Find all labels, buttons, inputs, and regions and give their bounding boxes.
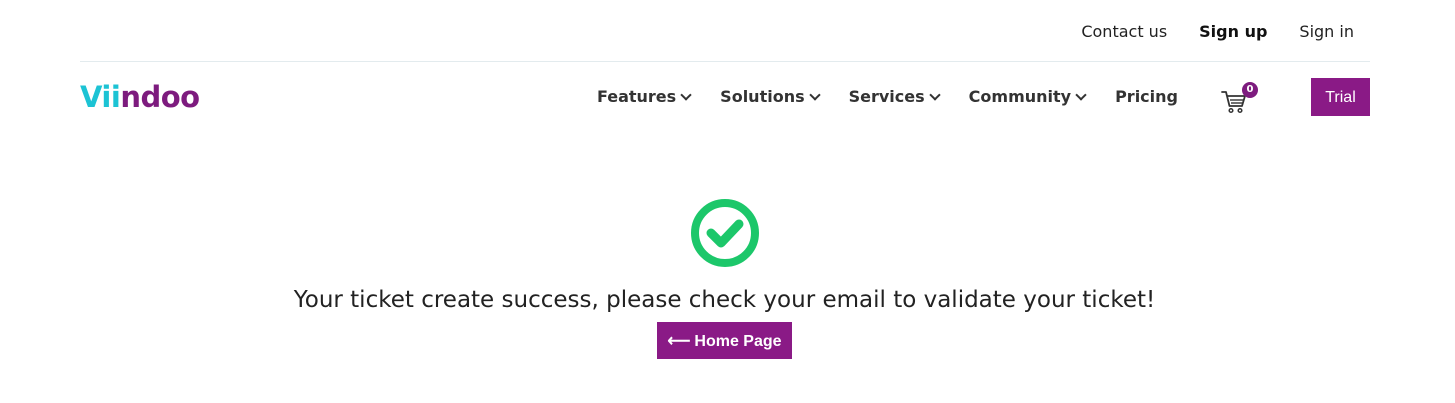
viindoo-logo[interactable]: Viindoo [80,80,200,114]
nav-item-label: Features [596,87,677,106]
nav-item-community[interactable]: Community [968,86,1087,108]
chevron-down-icon [808,89,821,101]
top-links: Contact us Sign up Sign in [1049,21,1354,43]
nav-item-services[interactable]: Services [848,86,941,108]
chevron-down-icon [680,89,692,101]
top-bar: Contact us Sign up Sign in [80,0,1370,62]
chevron-down-icon [928,89,941,101]
home-page-label: Home Page [694,333,782,350]
success-message: Your ticket create success, please check… [293,287,1156,313]
nav-menu: Features Solutions Services Community Pr… [597,86,1178,108]
trial-button[interactable]: Trial [1311,78,1370,116]
nav-item-features[interactable]: Features [596,86,692,108]
sign-up-link[interactable]: Sign up [1199,21,1267,43]
contact-us-link[interactable]: Contact us [1081,21,1167,43]
check-circle-icon [691,199,759,267]
logo-text-part2: ndoo [120,80,200,114]
logo-text-part1: Vii [80,80,121,114]
cart-count-badge: 0 [1242,82,1258,98]
cart-button[interactable]: 0 [1220,82,1260,116]
home-page-button[interactable]: ⟵ Home Page [657,322,792,359]
chevron-down-icon [1075,89,1087,101]
sign-in-link[interactable]: Sign in [1299,21,1354,43]
main-navbar: Viindoo Features Solutions Services Comm… [80,62,1370,132]
nav-item-label: Solutions [720,87,805,106]
nav-item-solutions[interactable]: Solutions [720,86,821,108]
nav-item-label: Pricing [1115,87,1178,106]
nav-item-pricing[interactable]: Pricing [1115,86,1178,108]
nav-item-label: Services [848,87,925,106]
arrow-left-icon: ⟵ [667,333,691,350]
nav-item-label: Community [968,87,1072,106]
